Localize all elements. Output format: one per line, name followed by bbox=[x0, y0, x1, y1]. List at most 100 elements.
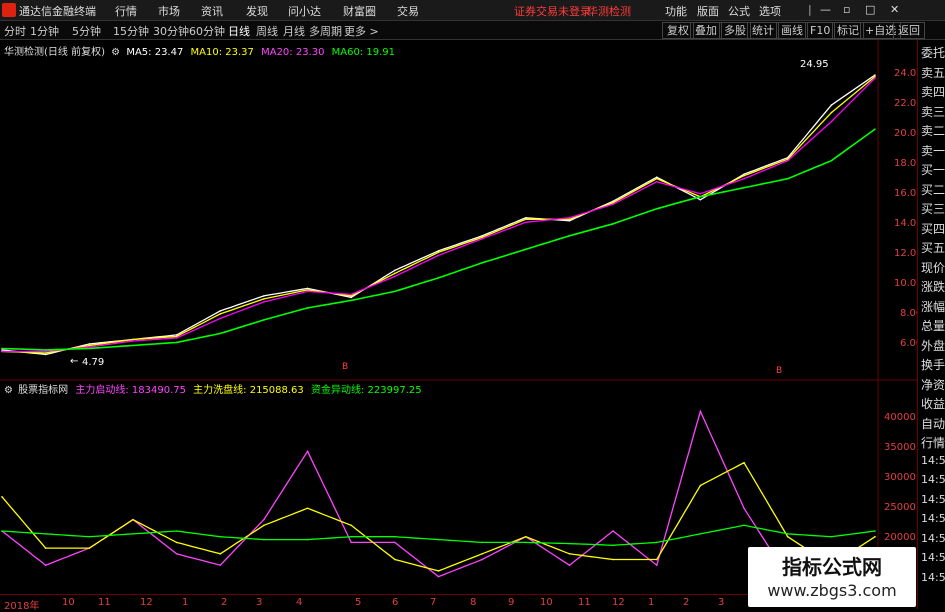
data-point bbox=[655, 176, 658, 179]
period-15min[interactable]: 15分钟 bbox=[113, 23, 149, 39]
kline-chart[interactable] bbox=[0, 40, 917, 596]
side-panel-item[interactable]: 换手 bbox=[921, 356, 945, 373]
data-point bbox=[699, 192, 702, 195]
menu-news[interactable]: 资讯 bbox=[201, 3, 223, 19]
data-point bbox=[437, 538, 440, 541]
menu-function[interactable]: 功能 bbox=[665, 3, 687, 19]
overlay-button[interactable]: 叠加 bbox=[690, 22, 722, 39]
side-panel-item[interactable]: 卖三 bbox=[921, 103, 945, 120]
period-weekly[interactable]: 周线 bbox=[256, 23, 278, 39]
side-panel-item[interactable]: 买二 bbox=[921, 181, 945, 198]
data-point bbox=[743, 177, 745, 180]
data-point bbox=[655, 180, 658, 183]
period-more[interactable]: 更多 > bbox=[344, 23, 379, 39]
menu-formula[interactable]: 公式 bbox=[728, 3, 750, 19]
back-button[interactable]: 返回 bbox=[893, 22, 925, 39]
side-panel-item[interactable]: 14:5 bbox=[921, 571, 945, 584]
side-panel-item[interactable]: 14:5 bbox=[921, 454, 945, 467]
side-panel-item[interactable]: 外盘 bbox=[921, 337, 945, 354]
draw-button[interactable]: 画线 bbox=[776, 22, 808, 39]
side-panel-item[interactable]: 卖五 bbox=[921, 64, 945, 81]
side-panel-item[interactable]: 买四 bbox=[921, 220, 945, 237]
data-point bbox=[699, 410, 702, 413]
data-point bbox=[525, 248, 527, 251]
side-panel-item[interactable]: 涨跌 bbox=[921, 278, 945, 295]
data-point bbox=[219, 317, 222, 320]
time-tick: 6 bbox=[392, 597, 399, 608]
side-panel-item[interactable]: 14:5 bbox=[921, 532, 945, 545]
period-multi[interactable]: 多周期 bbox=[309, 23, 342, 39]
data-point bbox=[437, 250, 440, 252]
data-point bbox=[437, 575, 440, 578]
data-point bbox=[219, 564, 222, 567]
data-point bbox=[743, 524, 745, 527]
time-tick: 1 bbox=[648, 597, 655, 608]
side-panel-item[interactable]: 现价 bbox=[921, 259, 945, 276]
data-point bbox=[175, 337, 178, 339]
data-point bbox=[874, 535, 876, 538]
time-tick: 10 bbox=[540, 597, 553, 608]
data-point bbox=[830, 120, 833, 123]
low-annotation: 4.79 bbox=[82, 357, 105, 368]
data-point bbox=[132, 518, 134, 521]
data-point bbox=[568, 542, 571, 545]
time-tick: 4 bbox=[296, 597, 303, 608]
data-point bbox=[525, 535, 527, 538]
period-timeshare[interactable]: 分时 bbox=[4, 23, 26, 39]
side-panel-item[interactable]: 14:5 bbox=[921, 473, 945, 486]
side-panel-item[interactable]: 净资 bbox=[921, 376, 945, 393]
menu-ask[interactable]: 问小达 bbox=[288, 3, 321, 19]
menu-quotes[interactable]: 行情 bbox=[115, 3, 137, 19]
low-annotation-arrow-icon: ← bbox=[70, 356, 79, 367]
close-icon[interactable]: ✕ bbox=[890, 3, 899, 16]
side-panel-item[interactable]: 买五 bbox=[921, 239, 945, 256]
period-60min[interactable]: 60分钟 bbox=[189, 23, 225, 39]
period-30min[interactable]: 30分钟 bbox=[153, 23, 189, 39]
data-point bbox=[394, 558, 396, 561]
period-5min[interactable]: 5分钟 bbox=[72, 23, 101, 39]
data-point bbox=[874, 75, 876, 78]
side-panel-item[interactable]: 卖一 bbox=[921, 142, 945, 159]
menu-market[interactable]: 市场 bbox=[158, 3, 180, 19]
data-point bbox=[306, 538, 309, 541]
side-panel-item[interactable]: 行情 bbox=[921, 434, 945, 451]
maximize-icon[interactable]: □ bbox=[865, 3, 875, 16]
period-monthly[interactable]: 月线 bbox=[283, 23, 305, 39]
side-panel-item[interactable]: 涨幅 bbox=[921, 298, 945, 315]
stats-button[interactable]: 统计 bbox=[747, 22, 779, 39]
data-point bbox=[394, 269, 396, 272]
side-panel-item[interactable]: 总量 bbox=[921, 317, 945, 334]
data-point bbox=[175, 541, 178, 544]
menu-options[interactable]: 选项 bbox=[759, 3, 781, 19]
restore-icon[interactable]: ▫ bbox=[843, 3, 850, 16]
side-panel-item[interactable]: 14:5 bbox=[921, 493, 945, 506]
trade-login-warning[interactable]: 证券交易未登录 bbox=[514, 3, 591, 19]
f10-button[interactable]: F10 bbox=[805, 22, 836, 39]
data-point bbox=[1, 530, 3, 532]
data-point bbox=[481, 541, 483, 544]
series-line-2 bbox=[1, 76, 876, 354]
current-stock-link[interactable]: 华测检测 bbox=[587, 3, 631, 19]
side-panel-item[interactable]: 卖二 bbox=[921, 122, 945, 139]
data-point bbox=[612, 203, 614, 206]
period-1min[interactable]: 1分钟 bbox=[30, 23, 59, 39]
data-point bbox=[786, 159, 789, 162]
series-line-3 bbox=[1, 524, 876, 546]
side-panel-item[interactable]: 14:5 bbox=[921, 512, 945, 525]
minimize-icon[interactable]: — bbox=[820, 3, 831, 16]
menu-trade[interactable]: 交易 bbox=[397, 3, 419, 19]
side-panel-item[interactable]: 买一 bbox=[921, 161, 945, 178]
side-panel-item[interactable]: 卖四 bbox=[921, 83, 945, 100]
side-panel-item[interactable]: 自动 bbox=[921, 415, 945, 432]
side-panel-item[interactable]: 委托 bbox=[921, 44, 945, 61]
menu-discover[interactable]: 发现 bbox=[246, 3, 268, 19]
indicator-tick: 30000 bbox=[884, 472, 916, 483]
period-daily[interactable]: 日线 bbox=[228, 23, 250, 39]
data-point bbox=[88, 346, 91, 348]
side-panel-item[interactable]: 收益 bbox=[921, 395, 945, 412]
side-panel-item[interactable]: 买三 bbox=[921, 200, 945, 217]
menu-layout[interactable]: 版面 bbox=[697, 3, 719, 19]
menu-wealth[interactable]: 财富圈 bbox=[343, 3, 376, 19]
side-panel-item[interactable]: 14:5 bbox=[921, 551, 945, 564]
data-point bbox=[350, 299, 353, 302]
